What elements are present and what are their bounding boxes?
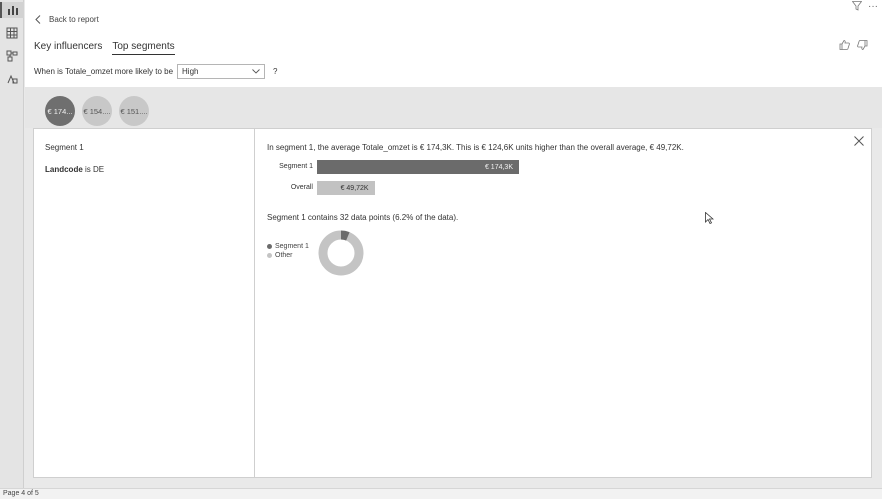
condition-value: DE bbox=[93, 165, 105, 174]
question-row: When is Totale_omzet more likely to be H… bbox=[34, 64, 277, 79]
segment-definition-pane: Segment 1 Landcode is DE bbox=[34, 129, 255, 477]
feedback-buttons bbox=[839, 40, 868, 50]
thumbs-up-icon[interactable] bbox=[839, 40, 850, 50]
target-value-dropdown[interactable]: High bbox=[177, 64, 266, 79]
bar-segment-1: € 174,3K bbox=[317, 160, 519, 174]
visual-canvas: Back to report ··· Key influencers Top s… bbox=[25, 0, 882, 488]
legend-item-segment: Segment 1 bbox=[267, 242, 309, 251]
back-label: Back to report bbox=[49, 15, 99, 24]
condition-field: Landcode bbox=[45, 165, 83, 174]
left-rail bbox=[0, 0, 24, 488]
segment-detail-panel: Segment 1 Landcode is DE In segment 1, t… bbox=[33, 128, 872, 478]
legend-label-segment: Segment 1 bbox=[275, 243, 309, 250]
segment-bubble-1[interactable]: € 174... bbox=[45, 96, 75, 126]
legend-label-other: Other bbox=[275, 252, 293, 259]
chevron-down-icon bbox=[252, 69, 260, 74]
data-view-icon[interactable] bbox=[4, 25, 20, 41]
condition-operator: is bbox=[85, 165, 91, 174]
data-points-text: Segment 1 contains 32 data points (6.2% … bbox=[267, 213, 459, 222]
legend-swatch-segment bbox=[267, 244, 272, 249]
tab-key-influencers[interactable]: Key influencers bbox=[34, 41, 102, 55]
thumbs-down-icon[interactable] bbox=[857, 40, 868, 50]
tab-top-segments[interactable]: Top segments bbox=[112, 41, 175, 55]
dropdown-value: High bbox=[182, 67, 199, 76]
status-bar: Page 4 of 5 bbox=[0, 488, 882, 499]
dax-query-icon[interactable] bbox=[4, 71, 20, 87]
page-indicator: Page 4 of 5 bbox=[3, 490, 39, 497]
bar-value-overall: € 49,72K bbox=[340, 184, 369, 192]
close-icon[interactable] bbox=[853, 135, 865, 147]
chevron-left-icon bbox=[35, 15, 41, 24]
question-prefix: When is Totale_omzet more likely to be bbox=[34, 67, 174, 76]
more-options-icon[interactable]: ··· bbox=[868, 1, 878, 12]
segment-title: Segment 1 bbox=[45, 143, 84, 152]
segment-bubbles-strip: € 174... € 154.... € 151.... bbox=[25, 87, 882, 128]
donut-other-arc bbox=[318, 230, 364, 276]
donut-legend: Segment 1 Other bbox=[267, 242, 309, 260]
back-to-report-button[interactable]: Back to report bbox=[35, 15, 99, 24]
segment-bubble-2[interactable]: € 154.... bbox=[82, 96, 112, 126]
bar-label-overall: Overall bbox=[290, 184, 313, 191]
visual-header-actions: ··· bbox=[852, 0, 878, 12]
segment-summary-text: In segment 1, the average Totale_omzet i… bbox=[267, 143, 684, 152]
segment-share-donut bbox=[318, 230, 364, 276]
segment-condition: Landcode is DE bbox=[45, 165, 104, 174]
analysis-tabs: Key influencers Top segments bbox=[34, 41, 175, 55]
legend-swatch-other bbox=[267, 253, 272, 258]
segment-bubble-3[interactable]: € 151.... bbox=[119, 96, 149, 126]
report-view-icon[interactable] bbox=[0, 2, 24, 18]
bar-overall: € 49,72K bbox=[317, 181, 375, 195]
mouse-cursor-icon bbox=[705, 212, 714, 224]
legend-item-other: Other bbox=[267, 251, 309, 260]
bar-label-segment: Segment 1 bbox=[279, 163, 313, 170]
filter-icon[interactable] bbox=[852, 1, 862, 11]
app-window: Back to report ··· Key influencers Top s… bbox=[0, 0, 882, 499]
bar-value-segment: € 174,3K bbox=[484, 163, 513, 171]
question-suffix: ? bbox=[273, 67, 278, 76]
model-view-icon[interactable] bbox=[4, 48, 20, 64]
